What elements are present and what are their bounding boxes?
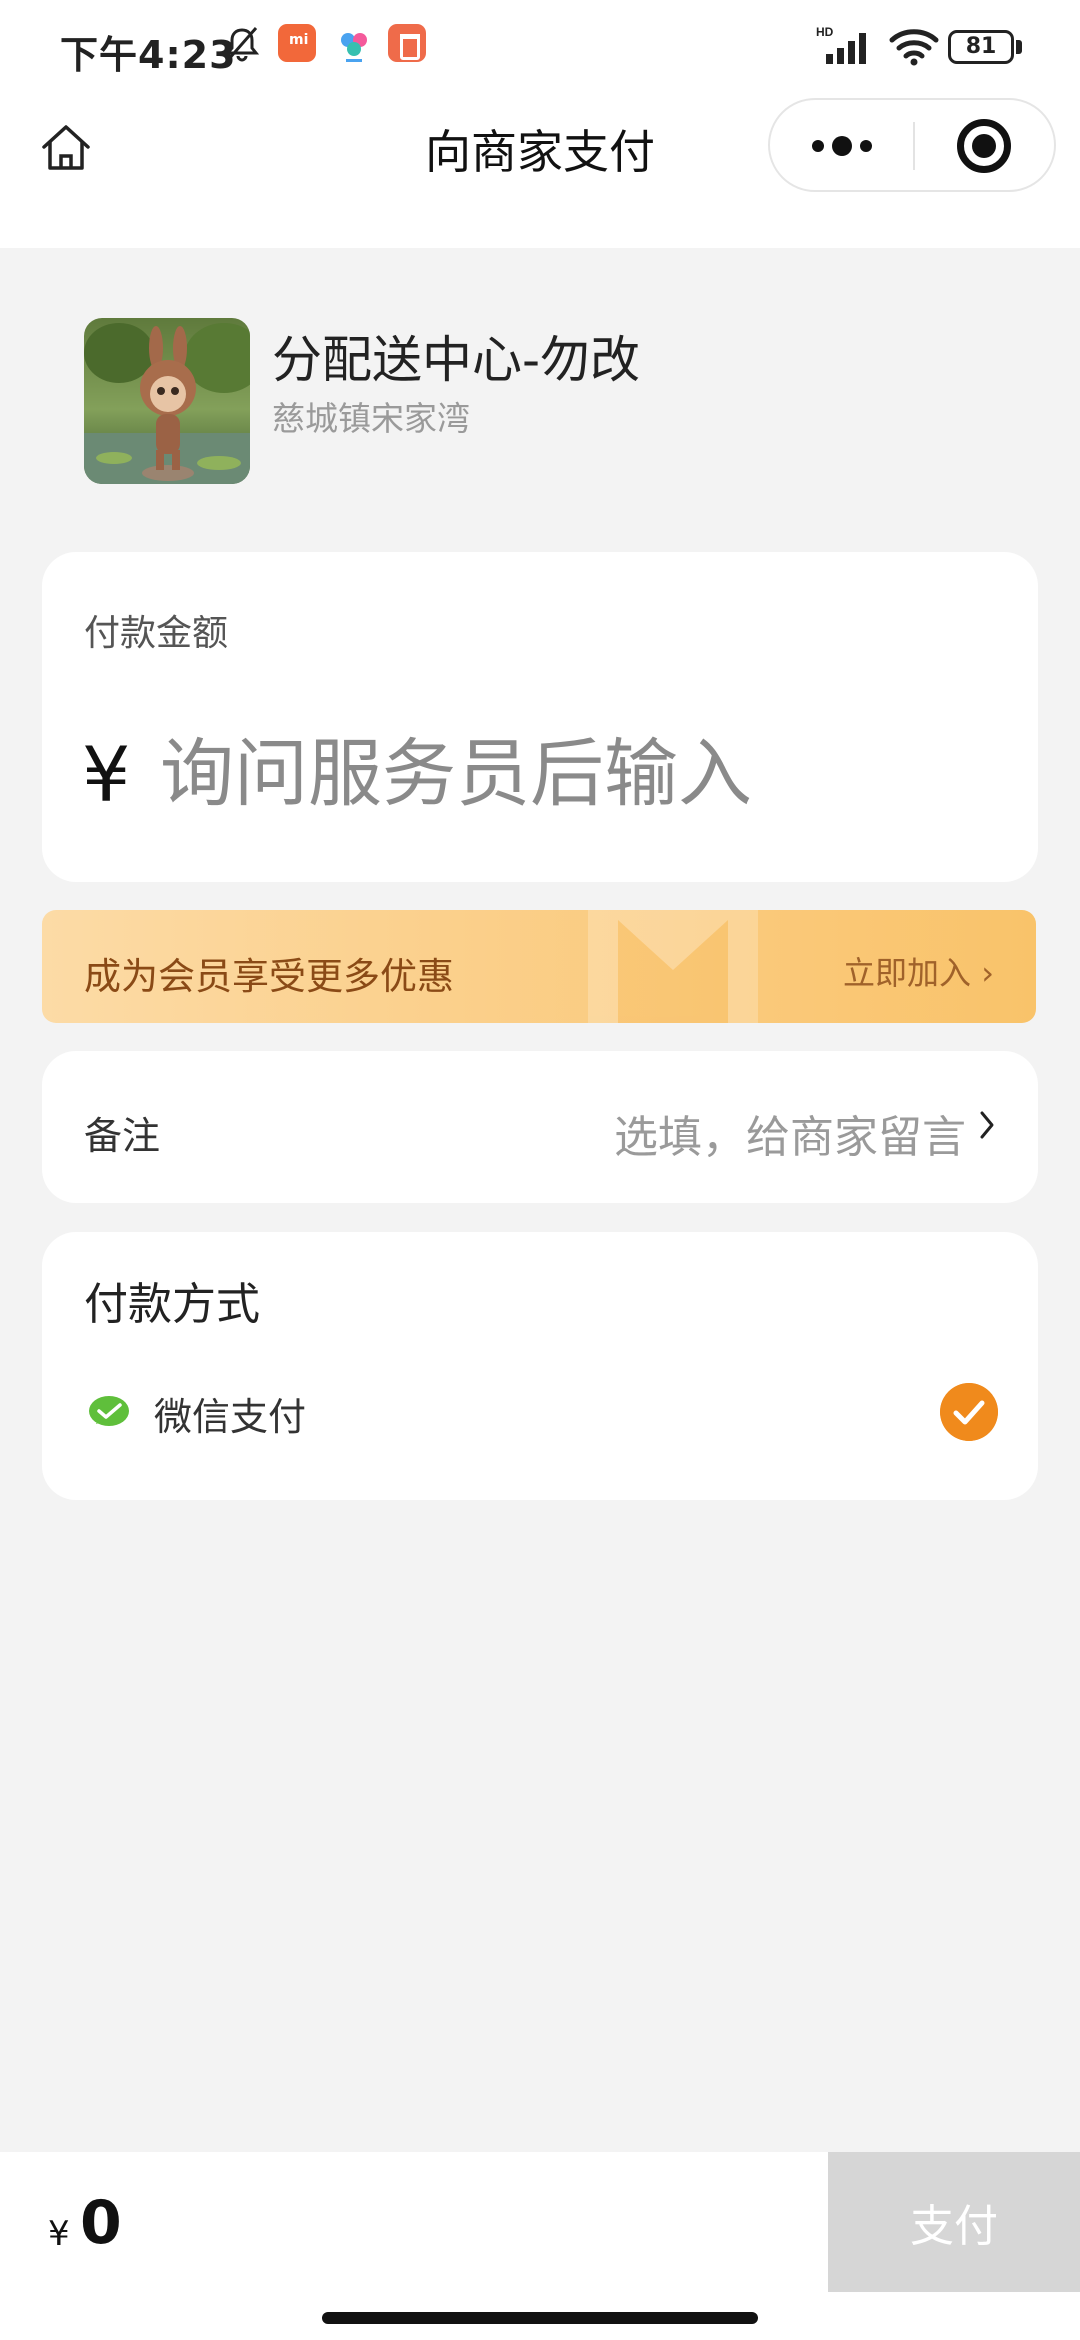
- chevron-right-icon: [980, 1111, 994, 1139]
- remark-label: 备注: [84, 1114, 161, 1158]
- battery-cap: [1016, 40, 1022, 54]
- remark-row[interactable]: 备注 选填，给商家留言: [42, 1051, 1038, 1203]
- cleaner-app-icon: [388, 24, 426, 62]
- total-currency: ¥: [48, 2214, 70, 2254]
- battery-indicator: 81: [948, 30, 1014, 64]
- merchant-avatar: [84, 318, 250, 484]
- svg-text:HD: HD: [816, 25, 834, 39]
- banner-decoration: [588, 910, 758, 1023]
- member-promo-text: 成为会员享受更多优惠: [84, 955, 454, 998]
- merchant-address: 慈城镇宋家湾: [272, 399, 470, 438]
- wifi-icon: [889, 29, 939, 66]
- status-bar: 下午4:23 HD 81: [0, 0, 1080, 96]
- amount-label: 付款金额: [84, 613, 229, 654]
- remark-placeholder[interactable]: 选填，给商家留言: [614, 1101, 966, 1165]
- mini-program-capsule: [768, 98, 1056, 192]
- merchant-name: 分配送中心-勿改: [272, 331, 641, 389]
- close-mini-program-icon[interactable]: [915, 100, 1056, 190]
- mi-store-app-icon: [278, 24, 316, 62]
- payment-method-card: 付款方式 微信支付: [42, 1232, 1038, 1500]
- amount-input[interactable]: [160, 724, 1000, 824]
- signal-icon: HD: [816, 25, 866, 64]
- total-amount: 0: [80, 2188, 122, 2258]
- home-indicator-area: [0, 2292, 1080, 2340]
- currency-symbol: ¥: [82, 730, 131, 819]
- more-dots-icon[interactable]: [770, 100, 913, 190]
- bottom-bar: ¥ 0 支付: [0, 2152, 1080, 2292]
- pay-button[interactable]: 支付: [828, 2152, 1080, 2292]
- nav-bar: 向商家支付: [0, 96, 1080, 248]
- check-icon[interactable]: [940, 1383, 998, 1441]
- home-indicator[interactable]: [322, 2312, 758, 2324]
- payment-method-title: 付款方式: [84, 1279, 260, 1330]
- wechat-pay-icon: [89, 1396, 129, 1426]
- join-member-link[interactable]: 立即加入 ›: [843, 948, 994, 994]
- bell-mute-icon: [224, 27, 260, 62]
- flower-app-icon: [341, 33, 367, 62]
- wechat-pay-label[interactable]: 微信支付: [154, 1386, 306, 1441]
- member-banner[interactable]: 成为会员享受更多优惠 立即加入 ›: [42, 910, 1036, 1023]
- status-time: 下午4:23: [60, 33, 237, 77]
- amount-card: 付款金额 ¥: [42, 552, 1038, 882]
